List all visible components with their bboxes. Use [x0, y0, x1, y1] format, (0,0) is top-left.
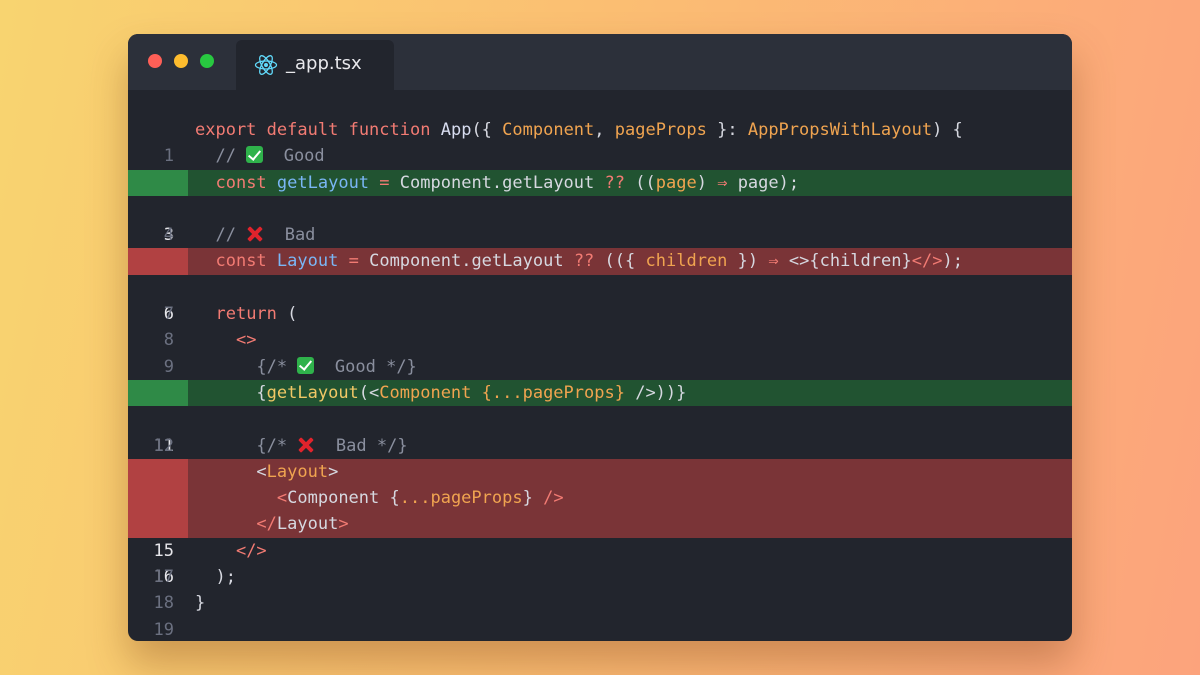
code-line: 19 }	[128, 590, 1072, 639]
maximize-window-button[interactable]	[200, 54, 214, 68]
code-line-highlight-bad: 15 <Component {...pageProps} />	[128, 485, 1072, 561]
code-line: 1 export default function App({ Componen…	[128, 117, 1072, 166]
code-text: );	[215, 567, 236, 588]
file-tab[interactable]: _app.tsx	[236, 40, 394, 90]
code-line: 10 {/* Good */}	[128, 354, 1072, 403]
code-line: 4	[128, 196, 1072, 245]
gutter-highlight	[128, 379, 188, 407]
react-icon	[254, 55, 278, 75]
code-line: 5 // Bad	[128, 222, 1072, 271]
gutter-highlight	[128, 458, 188, 486]
line-number: 19	[153, 619, 174, 640]
gutter-highlight	[128, 485, 188, 512]
code-line: 8 return (	[128, 301, 1072, 350]
code-text: const Layout = Component.getLayout ?? ((…	[215, 251, 963, 272]
code-text: <Layout>	[256, 461, 339, 482]
code-line-highlight-good: 3 const getLayout = Component.getLayout …	[128, 169, 1072, 245]
code-text: </>	[235, 540, 267, 561]
code-line-highlight-good: 11 {getLayout(<Component {...pageProps} …	[128, 379, 1072, 456]
code-text: <Component {...pageProps} />	[276, 488, 564, 509]
code-text: </Layout>	[256, 514, 349, 535]
title-bar: _app.tsx	[128, 34, 1072, 90]
code-text: {/* Bad */}	[256, 435, 408, 456]
code-line-highlight-bad: 6 const Layout = Component.getLayout ?? …	[128, 248, 1072, 324]
code-text: {getLayout(<Component {...pageProps} />)…	[256, 382, 687, 403]
check-mark-icon	[246, 146, 264, 164]
code-text: // Bad	[215, 225, 316, 246]
code-line: 17 </>	[128, 538, 1072, 587]
cross-mark-icon	[246, 225, 264, 243]
code-line-highlight-bad: 14 <Layout>	[128, 458, 1072, 534]
code-text: // Good	[215, 146, 325, 167]
gutter-highlight	[128, 248, 188, 275]
code-text: <>	[235, 330, 257, 351]
tab-label: _app.tsx	[286, 53, 362, 74]
code-editor[interactable]: 1 export default function App({ Componen…	[128, 117, 1072, 640]
code-line: 12	[128, 406, 1072, 456]
code-line: 9 <>	[128, 327, 1072, 376]
gutter-highlight	[128, 511, 188, 538]
code-line-highlight-bad: 16 </Layout>	[128, 511, 1072, 587]
code-line: 13 {/* Bad */}	[128, 433, 1072, 482]
code-text: const getLayout = Component.getLayout ??…	[215, 172, 800, 193]
code-text: return (	[215, 304, 298, 325]
cross-mark-icon	[297, 436, 315, 454]
editor-window: _app.tsx 1 export default function App({…	[128, 34, 1072, 641]
code-text: export default function App({ Component,…	[195, 120, 963, 140]
code-line: 18 );	[128, 564, 1072, 613]
gutter-highlight	[128, 169, 188, 196]
check-mark-icon	[297, 356, 315, 374]
code-line: 2 // Good	[128, 143, 1072, 193]
close-window-button[interactable]	[148, 54, 162, 68]
code-text: }	[195, 593, 206, 614]
minimize-window-button[interactable]	[174, 54, 188, 68]
code-text: {/* Good */}	[256, 356, 417, 377]
code-line: 7	[128, 275, 1072, 324]
